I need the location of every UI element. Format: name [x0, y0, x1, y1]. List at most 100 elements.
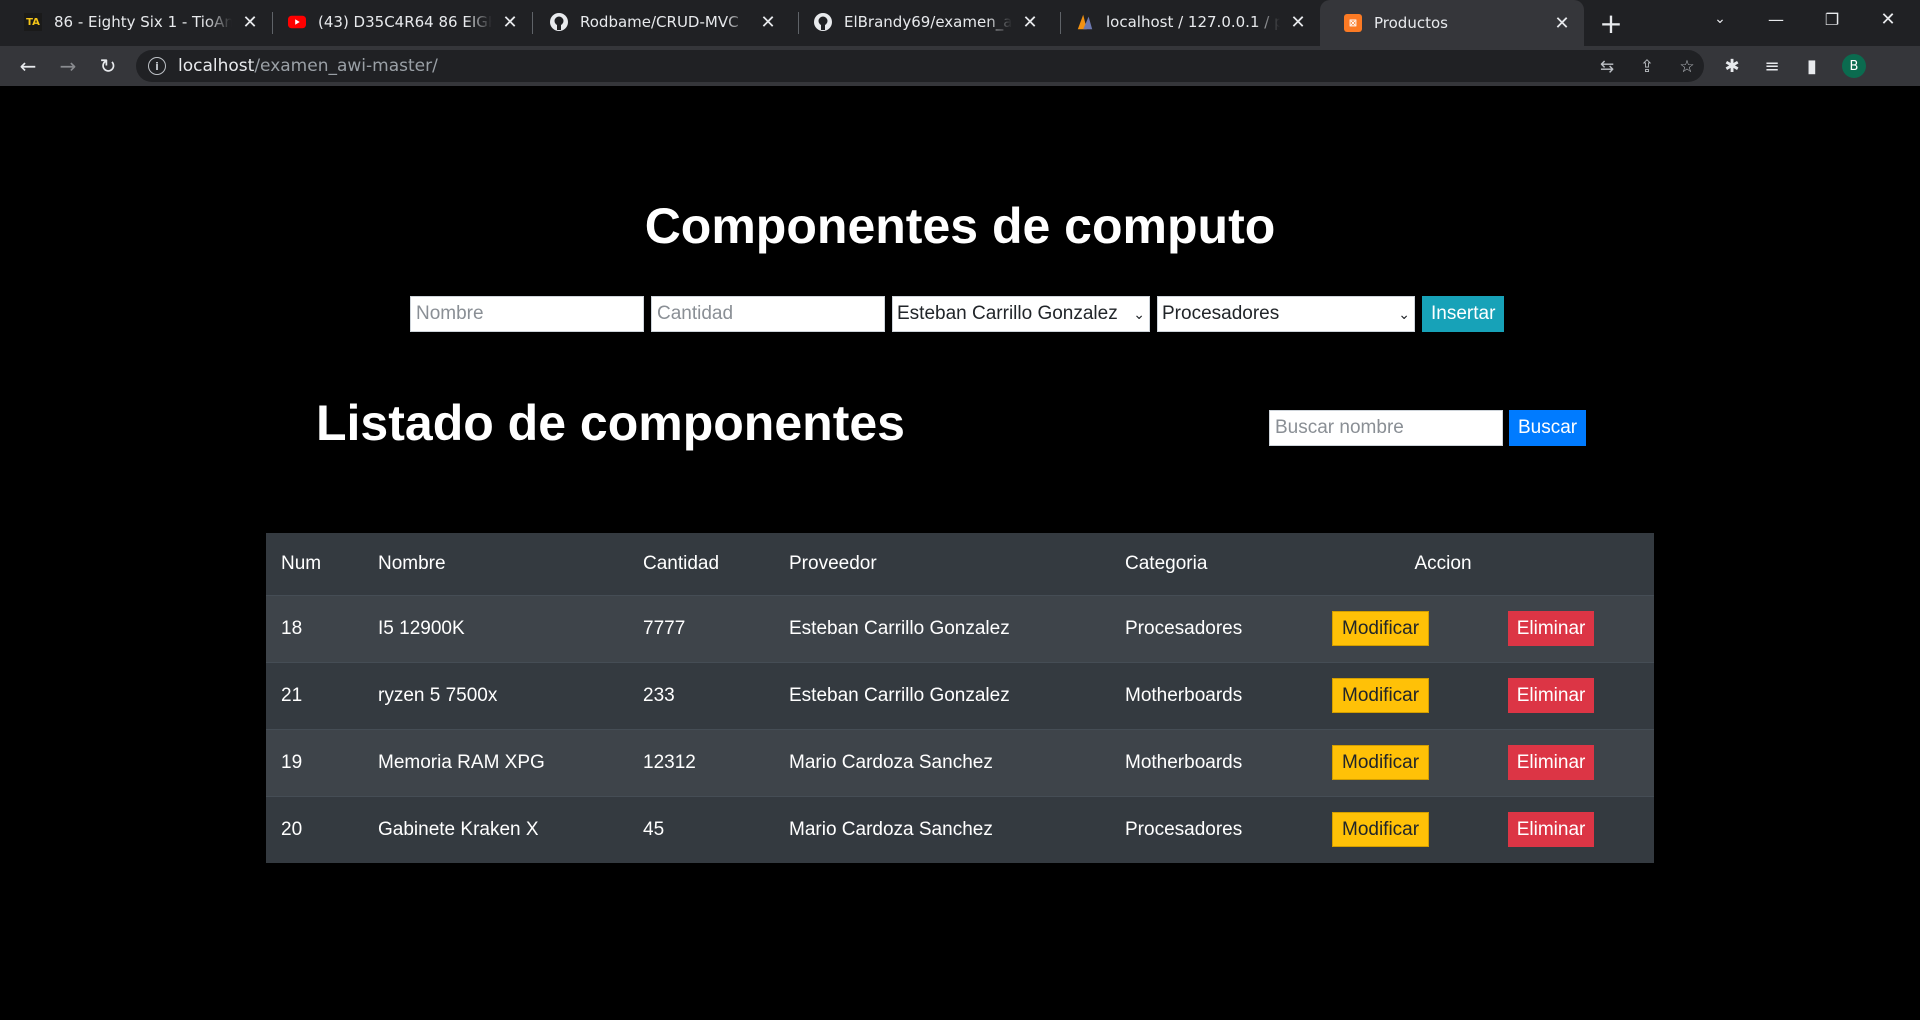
- cell-num: 21: [266, 661, 363, 729]
- cell-modify: Modificar: [1317, 728, 1493, 796]
- cell-proveedor: Esteban Carrillo Gonzalez: [774, 594, 1110, 662]
- cell-proveedor: Mario Cardoza Sanchez: [774, 795, 1110, 863]
- cell-modify: Modificar: [1317, 661, 1493, 729]
- table-row: 18 I5 12900K 7777 Esteban Carrillo Gonza…: [266, 594, 1654, 662]
- tab-search-icon[interactable]: ⌄: [1692, 0, 1748, 38]
- table-row: 21 ryzen 5 7500x 233 Esteban Carrillo Go…: [266, 661, 1654, 729]
- profile-avatar[interactable]: B: [1842, 54, 1866, 78]
- address-bar[interactable]: i localhost/examen_awi-master/ ⇆ ⇪ ☆: [136, 50, 1704, 82]
- github-icon: [814, 13, 832, 31]
- minimize-button[interactable]: —: [1748, 0, 1804, 38]
- cell-num: 20: [266, 795, 363, 863]
- youtube-icon: [288, 13, 306, 31]
- column-header: Proveedor: [774, 533, 1110, 596]
- components-table: Num Nombre Cantidad Proveedor Categoria …: [266, 533, 1654, 863]
- close-window-button[interactable]: ✕: [1860, 0, 1916, 38]
- modify-button[interactable]: Modificar: [1332, 678, 1430, 713]
- delete-button[interactable]: Eliminar: [1507, 812, 1595, 848]
- cell-cantidad: 45: [628, 795, 774, 863]
- tab-title: 86 - Eighty Six 1 - TioAnime: [54, 13, 232, 31]
- tab-title: ElBrandy69/examen_awi: [844, 13, 1012, 31]
- modify-button[interactable]: Modificar: [1332, 812, 1430, 848]
- browser-tab-active[interactable]: ⊠ Productos ✕: [1320, 0, 1584, 46]
- close-icon[interactable]: ✕: [500, 12, 520, 33]
- browser-tab[interactable]: ElBrandy69/examen_awi ✕: [790, 2, 1052, 42]
- proveedor-select[interactable]: Esteban Carrillo Gonzalez ⌄: [892, 296, 1150, 332]
- insert-form: Esteban Carrillo Gonzalez ⌄ Procesadores…: [410, 296, 1505, 332]
- cell-cantidad: 7777: [628, 594, 774, 662]
- cell-cantidad: 12312: [628, 728, 774, 796]
- column-header: Nombre: [363, 533, 628, 596]
- media-control-icon[interactable]: ≡: [1760, 54, 1784, 78]
- categoria-selected-value: Procesadores: [1162, 303, 1280, 324]
- side-panel-icon[interactable]: ▮: [1800, 54, 1824, 78]
- cell-categoria: Procesadores: [1110, 594, 1317, 662]
- cantidad-input[interactable]: [651, 296, 885, 332]
- close-icon[interactable]: ✕: [1020, 12, 1040, 33]
- chevron-down-icon: ⌄: [1133, 305, 1145, 322]
- cell-categoria: Motherboards: [1110, 728, 1317, 796]
- extensions-icon[interactable]: ✱: [1720, 54, 1744, 78]
- close-icon[interactable]: ✕: [1288, 12, 1308, 33]
- cell-delete: Eliminar: [1492, 728, 1654, 796]
- modify-button[interactable]: Modificar: [1332, 745, 1430, 780]
- modify-button[interactable]: Modificar: [1332, 611, 1430, 646]
- browser-toolbar: ← → ↻ i localhost/examen_awi-master/ ⇆ ⇪…: [0, 46, 1920, 86]
- share-icon[interactable]: ⇪: [1636, 56, 1658, 78]
- new-tab-button[interactable]: +: [1596, 7, 1626, 40]
- github-icon: [550, 13, 568, 31]
- cell-modify: Modificar: [1317, 594, 1493, 662]
- cell-cantidad: 233: [628, 661, 774, 729]
- cell-proveedor: Mario Cardoza Sanchez: [774, 728, 1110, 796]
- page-title: Componentes de computo: [644, 198, 1276, 254]
- search-button[interactable]: Buscar: [1509, 410, 1587, 446]
- cell-categoria: Procesadores: [1110, 795, 1317, 863]
- table-row: 19 Memoria RAM XPG 12312 Mario Cardoza S…: [266, 728, 1654, 796]
- insert-button[interactable]: Insertar: [1422, 296, 1505, 332]
- back-arrow-icon[interactable]: ←: [12, 50, 44, 82]
- browser-tab[interactable]: Rodbame/CRUD-MVC ✕: [526, 2, 790, 42]
- close-icon[interactable]: ✕: [758, 12, 778, 33]
- cell-nombre: ryzen 5 7500x: [363, 661, 628, 729]
- delete-button[interactable]: Eliminar: [1507, 611, 1595, 646]
- close-icon[interactable]: ✕: [1552, 13, 1572, 34]
- tab-strip: TA 86 - Eighty Six 1 - TioAnime ✕ (43) D…: [0, 0, 1920, 46]
- cell-modify: Modificar: [1317, 795, 1493, 863]
- table-header-row: Num Nombre Cantidad Proveedor Categoria …: [266, 533, 1654, 596]
- table-row: 20 Gabinete Kraken X 45 Mario Cardoza Sa…: [266, 795, 1654, 863]
- list-heading: Listado de componentes: [316, 395, 905, 451]
- cell-nombre: Gabinete Kraken X: [363, 795, 628, 863]
- cell-delete: Eliminar: [1492, 661, 1654, 729]
- browser-tab[interactable]: localhost / 127.0.0.1 / prueba ✕: [1052, 2, 1320, 42]
- search-input[interactable]: [1269, 410, 1503, 446]
- cell-nombre: Memoria RAM XPG: [363, 728, 628, 796]
- tab-title: Productos: [1374, 14, 1448, 32]
- restore-button[interactable]: ❐: [1804, 0, 1860, 38]
- phpmyadmin-icon: [1076, 13, 1094, 31]
- column-header: Categoria: [1110, 533, 1317, 596]
- browser-tab[interactable]: (43) D35C4R64 86 EIGHTY SIX ✕: [264, 2, 532, 42]
- cell-nombre: I5 12900K: [363, 594, 628, 662]
- tab-title: localhost / 127.0.0.1 / prueba: [1106, 13, 1280, 31]
- site-info-icon[interactable]: i: [148, 57, 166, 75]
- tioanime-icon: TA: [24, 13, 42, 31]
- browser-tab[interactable]: TA 86 - Eighty Six 1 - TioAnime ✕: [0, 2, 272, 42]
- forward-arrow-icon[interactable]: →: [52, 50, 84, 82]
- nombre-input[interactable]: [410, 296, 644, 332]
- categoria-select[interactable]: Procesadores ⌄: [1157, 296, 1415, 332]
- delete-button[interactable]: Eliminar: [1507, 745, 1595, 780]
- xampp-icon: ⊠: [1344, 14, 1362, 32]
- column-header: Cantidad: [628, 533, 774, 596]
- delete-button[interactable]: Eliminar: [1507, 678, 1595, 713]
- cell-proveedor: Esteban Carrillo Gonzalez: [774, 661, 1110, 729]
- search-form: Buscar: [1269, 410, 1587, 446]
- close-icon[interactable]: ✕: [240, 12, 260, 33]
- bookmark-star-icon[interactable]: ☆: [1676, 56, 1698, 78]
- column-header: Accion: [1317, 533, 1654, 596]
- cell-categoria: Motherboards: [1110, 661, 1317, 729]
- reload-icon[interactable]: ↻: [92, 50, 124, 82]
- translate-icon[interactable]: ⇆: [1596, 56, 1618, 78]
- cell-delete: Eliminar: [1492, 594, 1654, 662]
- cell-num: 19: [266, 728, 363, 796]
- url-text: localhost/examen_awi-master/: [178, 56, 438, 76]
